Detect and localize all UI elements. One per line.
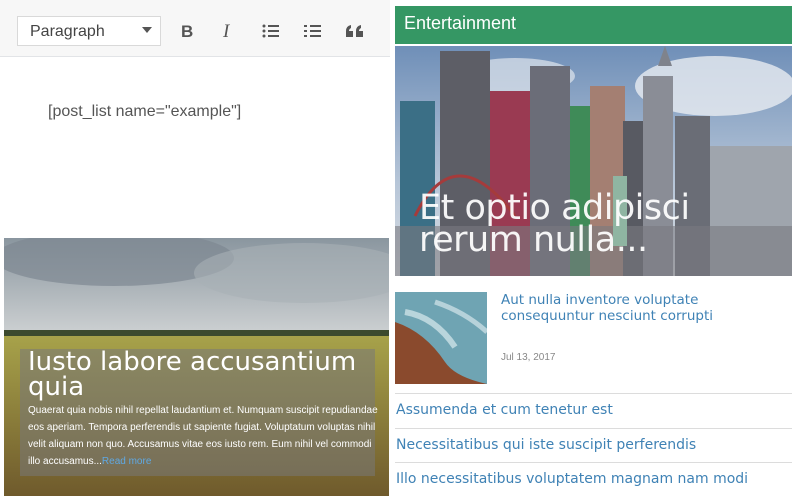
blockquote-icon [346, 25, 363, 37]
blockquote-button[interactable] [340, 16, 370, 46]
post-thumbnail[interactable] [395, 292, 487, 384]
svg-text:B: B [181, 22, 193, 40]
svg-text:I: I [222, 22, 231, 40]
widget-title: Entertainment [404, 13, 517, 33]
list-item[interactable]: Necessitatibus qui iste suscipit perfere… [395, 428, 792, 462]
post-card[interactable]: Iusto labore accusantium quia Quaerat qu… [4, 238, 389, 496]
chevron-down-icon [142, 27, 152, 33]
numbered-list-icon [304, 25, 321, 37]
featured-post-title[interactable]: Et optio adipisci rerum nulla... [419, 191, 779, 258]
widget-header: Entertainment [395, 6, 792, 44]
italic-icon: I [222, 22, 231, 40]
small-post[interactable]: Aut nulla inventore voluptate consequunt… [395, 292, 792, 384]
format-select-value: Paragraph [30, 23, 105, 40]
bold-icon: B [181, 22, 193, 40]
small-post-date: Jul 13, 2017 [501, 352, 556, 363]
card-title[interactable]: Iusto labore accusantium quia [28, 349, 378, 400]
list-item[interactable]: Assumenda et cum tenetur est [395, 393, 792, 427]
post-editor: Paragraph B I [post_list name="example"] [0, 0, 390, 238]
thumbnail-image [395, 292, 487, 384]
card-excerpt-text: Quaerat quia nobis nihil repellat laudan… [28, 405, 378, 467]
bullet-list-button[interactable] [256, 16, 286, 46]
list-item[interactable]: Illo necessitatibus voluptatem magnam na… [395, 462, 792, 496]
italic-button[interactable]: I [213, 16, 243, 46]
featured-post[interactable]: Et optio adipisci rerum nulla... [395, 46, 792, 276]
list-item-link[interactable]: Assumenda et cum tenetur est [396, 402, 613, 418]
card-excerpt: Quaerat quia nobis nihil repellat laudan… [28, 402, 378, 470]
read-more-link[interactable]: Read more [102, 456, 151, 467]
editor-toolbar: Paragraph B I [0, 0, 390, 57]
format-select[interactable]: Paragraph [17, 16, 161, 46]
list-item-link[interactable]: Illo necessitatibus voluptatem magnam na… [396, 471, 748, 487]
bold-button[interactable]: B [172, 16, 202, 46]
numbered-list-button[interactable] [298, 16, 328, 46]
bullet-list-icon [262, 24, 279, 38]
entertainment-widget: Entertainment Et optio adipisci rerum nu… [395, 0, 800, 500]
shortcode-text[interactable]: [post_list name="example"] [48, 103, 241, 121]
small-post-title[interactable]: Aut nulla inventore voluptate consequunt… [501, 292, 761, 324]
list-item-link[interactable]: Necessitatibus qui iste suscipit perfere… [396, 437, 696, 453]
